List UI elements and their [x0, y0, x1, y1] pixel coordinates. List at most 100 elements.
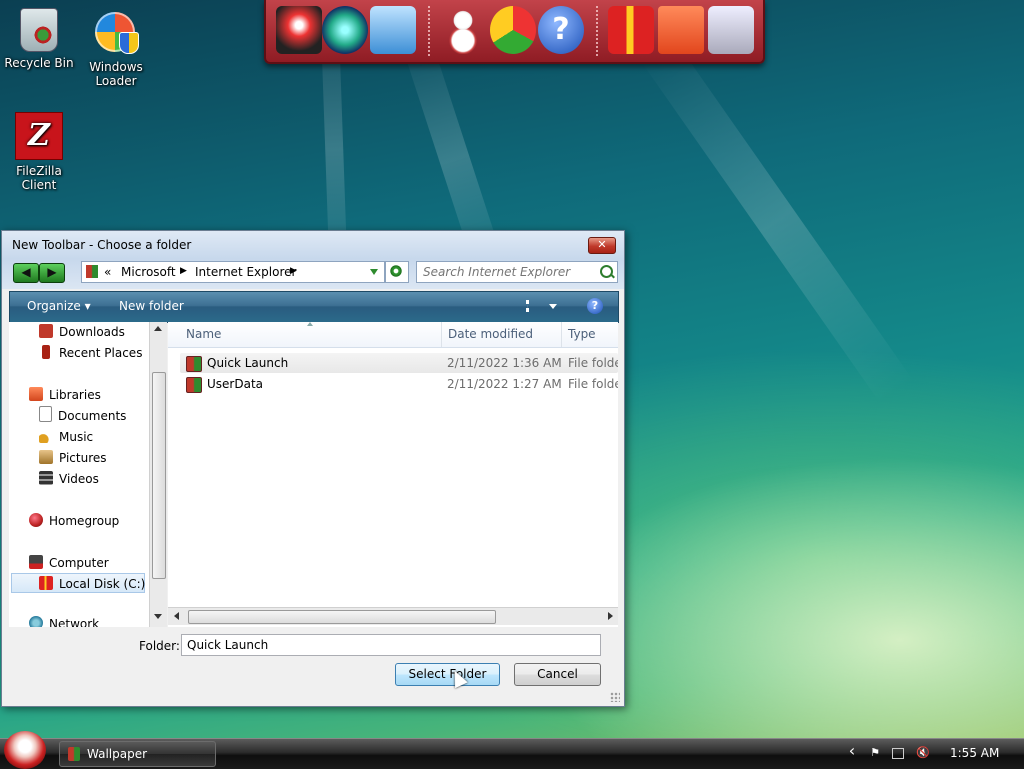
nav-item-label: Libraries — [49, 388, 101, 402]
desktop-icon-label: Recycle Bin — [4, 56, 74, 70]
tray-expand-icon[interactable]: ‹ — [845, 743, 859, 759]
resize-grip[interactable] — [610, 692, 620, 702]
breadcrumb-internet-explorer[interactable]: Internet Explorer — [195, 265, 296, 279]
back-button[interactable]: ◀ — [13, 263, 39, 283]
music-icon — [39, 429, 53, 443]
taskbar-window-button[interactable]: Wallpaper — [59, 741, 216, 767]
pictures-icon — [39, 450, 53, 464]
nav-item-label: Local Disk (C:) — [59, 577, 146, 591]
scroll-right-arrow[interactable] — [608, 612, 613, 620]
scroll-left-arrow[interactable] — [174, 612, 179, 620]
nav-item-pictures[interactable]: Pictures — [39, 448, 107, 468]
scroll-up-arrow[interactable] — [154, 326, 162, 331]
choose-folder-dialog: New Toolbar - Choose a folder ✕ ◀ ▶ « Mi… — [1, 230, 625, 707]
desktop-icon-filezilla[interactable]: Z FileZilla Client — [1, 112, 77, 192]
folder-icon — [186, 356, 202, 372]
snowman-icon[interactable] — [440, 6, 486, 54]
volume-muted-icon[interactable]: 🔇 — [916, 746, 930, 760]
taskbar: Wallpaper ‹ ⚑ 🔇 1:55 AM — [0, 731, 1024, 769]
file-name: Quick Launch — [207, 356, 289, 370]
nav-item-videos[interactable]: Videos — [39, 469, 99, 489]
recycle-bin-icon[interactable] — [708, 6, 754, 54]
desktop-icon-recycle-bin[interactable]: Recycle Bin — [1, 8, 77, 70]
view-options-icon[interactable] — [526, 300, 533, 312]
search-icon[interactable] — [600, 265, 613, 278]
folder-label: Folder: — [139, 639, 180, 653]
nav-item-recent-places[interactable]: Recent Places — [39, 343, 142, 363]
address-bar[interactable]: « Microsoft ▶ Internet Explorer ▶ — [81, 261, 385, 283]
column-header-type[interactable]: Type — [562, 322, 618, 347]
column-header-date[interactable]: Date modified — [442, 322, 562, 347]
help-icon[interactable]: ? — [538, 6, 584, 54]
file-list-horizontal-scrollbar[interactable] — [168, 607, 618, 625]
nav-item-computer[interactable]: Computer — [29, 553, 109, 573]
nav-item-label: Pictures — [59, 451, 107, 465]
recycle-bin-icon — [20, 8, 58, 52]
file-row[interactable]: UserData 2/11/2022 1:27 AM File folder — [180, 374, 618, 394]
scroll-down-arrow[interactable] — [154, 614, 162, 619]
nav-item-homegroup[interactable]: Homegroup — [29, 511, 119, 531]
new-folder-button[interactable]: New folder — [119, 299, 184, 313]
nav-item-label: Videos — [59, 472, 99, 486]
desktop-icon-windows-loader[interactable]: Windows Loader — [78, 10, 154, 88]
organize-button[interactable]: Organize ▾ — [27, 299, 91, 313]
command-bar: Organize ▾ New folder ? — [9, 291, 619, 323]
file-type: File folder — [568, 356, 618, 370]
network-icon[interactable] — [370, 6, 416, 54]
close-button[interactable]: ✕ — [588, 237, 616, 254]
breadcrumb-overflow[interactable]: « — [104, 265, 111, 279]
folder-input[interactable] — [181, 634, 601, 656]
nav-item-label: Music — [59, 430, 94, 444]
start-button[interactable] — [4, 731, 46, 769]
downloads-icon — [39, 324, 53, 338]
refresh-button[interactable] — [385, 261, 409, 283]
gift-icon[interactable] — [608, 6, 654, 54]
scrollbar-thumb[interactable] — [188, 610, 496, 624]
desktop-icon[interactable] — [276, 6, 322, 54]
file-row[interactable]: Quick Launch 2/11/2022 1:36 AM File fold… — [180, 353, 618, 373]
folder-icon[interactable] — [658, 6, 704, 54]
network-status-icon[interactable] — [892, 748, 904, 759]
filezilla-icon: Z — [15, 112, 63, 160]
chevron-right-icon[interactable]: ▶ — [180, 266, 187, 276]
desktop-icon-label: Windows Loader — [89, 60, 143, 88]
nav-item-label: Recent Places — [59, 346, 143, 360]
toolbar-separator — [596, 6, 598, 56]
search-box[interactable] — [416, 261, 618, 283]
homegroup-icon — [29, 513, 43, 527]
navigation-pane: Downloads Recent Places Libraries Docume… — [9, 322, 149, 627]
chrome-icon[interactable] — [490, 6, 536, 54]
nav-item-local-disk[interactable]: Local Disk (C:) — [11, 573, 145, 593]
local-disk-icon — [39, 576, 53, 590]
dialog-title: New Toolbar - Choose a folder — [12, 238, 192, 252]
cancel-button[interactable]: Cancel — [514, 663, 601, 686]
title-bar[interactable]: New Toolbar - Choose a folder ✕ — [2, 231, 624, 259]
wallpaper-ray — [640, 37, 914, 405]
help-button[interactable]: ? — [587, 298, 603, 314]
shield-icon — [119, 32, 139, 54]
nav-pane-scrollbar[interactable] — [149, 322, 167, 627]
search-input[interactable] — [423, 264, 593, 280]
action-center-flag-icon[interactable]: ⚑ — [868, 746, 882, 760]
nav-item-network[interactable]: Network — [29, 614, 99, 627]
select-folder-button[interactable]: Select Folder — [395, 663, 500, 686]
file-date: 2/11/2022 1:36 AM — [447, 356, 562, 370]
nav-item-music[interactable]: Music — [39, 427, 93, 447]
globe-icon[interactable] — [322, 6, 368, 54]
nav-item-libraries[interactable]: Libraries — [29, 385, 101, 405]
nav-item-label: Computer — [49, 556, 109, 570]
nav-item-downloads[interactable]: Downloads — [39, 322, 125, 342]
forward-button[interactable]: ▶ — [39, 263, 65, 283]
address-dropdown-icon[interactable] — [370, 269, 378, 275]
clock[interactable]: 1:55 AM — [950, 746, 999, 760]
taskbar-window-label: Wallpaper — [87, 747, 148, 761]
scrollbar-thumb[interactable] — [152, 372, 166, 579]
breadcrumb-microsoft[interactable]: Microsoft — [121, 265, 176, 279]
chevron-right-icon[interactable]: ▶ — [290, 266, 297, 276]
chevron-down-icon[interactable] — [549, 304, 557, 309]
file-list: Name Date modified Type Quick Launch 2/1… — [168, 322, 618, 627]
file-date: 2/11/2022 1:27 AM — [447, 377, 562, 391]
nav-item-documents[interactable]: Documents — [39, 406, 126, 426]
column-type-label: Type — [568, 327, 596, 341]
windows-logo-icon-wrap — [93, 10, 139, 56]
